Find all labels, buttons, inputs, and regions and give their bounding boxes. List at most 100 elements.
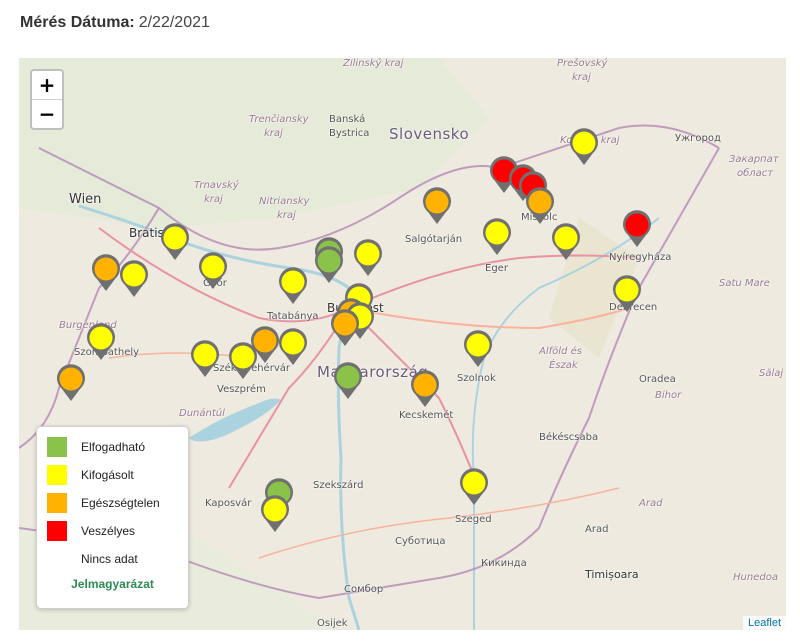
legend-label: Egészségtelen [81,496,160,510]
label-bystrica: Bystrica [329,128,370,139]
label-szekszard: Szekszárd [313,480,364,491]
legend-label: Elfogadható [81,440,146,454]
label-arad-city: Arad [585,524,609,535]
map-pin-icon [92,254,120,291]
station-marker-moderate[interactable] [190,340,220,378]
station-marker-moderate[interactable] [86,323,116,361]
station-marker-good[interactable] [314,246,344,284]
map-pin-icon [423,187,451,224]
label-salaj: Sălaj [759,368,784,379]
station-marker-moderate[interactable] [260,495,290,533]
station-marker-moderate[interactable] [459,468,489,506]
station-marker-unhealthy[interactable] [410,370,440,408]
label-szeged: Szeged [455,514,492,525]
label-trenciansky: Trenčiansky [249,114,309,125]
label-eger: Eger [485,263,508,274]
label-trnavsky: Trnavský [194,180,239,191]
map-pin-icon [570,128,598,165]
map-pin-icon [279,267,307,304]
legend-swatch [47,465,67,485]
legend-swatch [47,493,67,513]
legend-title: Jelmagyarázat [71,577,154,591]
zoom-out-button[interactable]: − [32,99,62,128]
label-sombor: Сомбор [344,584,384,595]
station-marker-unhealthy[interactable] [330,309,360,347]
station-marker-moderate[interactable] [569,128,599,166]
station-marker-moderate[interactable] [278,267,308,305]
label-slovensko: Slovensko [389,125,470,143]
legend-swatch [47,549,67,569]
map-pin-icon [87,323,115,360]
label-dunantul: Dunántúl [179,408,225,419]
label-oblast: област [737,168,774,179]
label-salgotarjan: Salgótarján [405,234,463,245]
map-pin-icon [483,218,511,255]
measurement-date: Mérés Dátuma: 2/22/2021 [20,14,210,32]
map-pin-icon [526,187,554,224]
label-nyiregyhaza: Nyíregyháza [609,252,672,263]
label-zakarpatska: Закарпат [729,154,779,165]
map-pin-icon [334,362,362,399]
label-satu-mare: Satu Mare [719,278,770,289]
label-zilinsky: Žilinský kraj [343,58,404,69]
map-pin-icon [261,495,289,532]
map-pin-icon [315,246,343,283]
date-label: Mérés Dátuma: [20,14,135,31]
label-kikinda: Кикинда [481,558,527,569]
station-marker-unhealthy[interactable] [525,187,555,225]
zoom-in-button[interactable]: + [32,71,62,99]
label-kraj-4: kraj [572,72,591,83]
map-pin-icon [460,468,488,505]
station-marker-moderate[interactable] [119,260,149,298]
map-pin-icon [411,370,439,407]
station-marker-moderate[interactable] [198,252,228,290]
station-marker-moderate[interactable] [482,218,512,256]
label-szolnok: Szolnok [457,373,496,384]
label-bihor: Bihor [655,390,682,401]
legend-swatch [47,437,67,457]
label-alfold-1: Alföld és [539,346,582,357]
label-arad-region: Arad [639,498,663,509]
date-value: 2/22/2021 [138,14,210,31]
label-timisoara: Timișoara [585,568,639,581]
station-marker-moderate[interactable] [612,275,642,313]
label-subotica: Суботица [395,536,446,547]
station-marker-good[interactable] [333,362,363,400]
zoom-control: + − [30,69,64,130]
legend-label: Nincs adat [81,552,138,566]
map-pin-icon [229,342,257,379]
map-pin-icon [120,260,148,297]
leaflet-attribution-link[interactable]: Leaflet [742,616,786,630]
label-presovsky: Prešovský [557,58,608,69]
station-marker-moderate[interactable] [353,239,383,277]
label-veszprem: Veszprém [217,384,266,395]
air-quality-map[interactable]: Slovensko Magyarország Wien Bratislava B… [19,58,786,630]
label-kraj-3: kraj [277,210,296,221]
label-banska: Banská [329,114,366,125]
map-pin-icon [191,340,219,377]
label-alfold-2: Észak [549,360,578,371]
label-hunedoara: Hunedoa [733,572,778,583]
station-marker-unhealthy[interactable] [422,187,452,225]
station-marker-moderate[interactable] [228,342,258,380]
label-oradea: Oradea [639,374,676,385]
station-marker-dangerous[interactable] [622,210,652,248]
label-wien: Wien [69,192,102,207]
station-marker-moderate[interactable] [551,223,581,261]
map-pin-icon [331,309,359,346]
legend-label: Veszélyes [81,524,136,538]
label-osijek: Osijek [317,618,348,629]
map-pin-icon [552,223,580,260]
legend-swatch [47,521,67,541]
station-marker-unhealthy[interactable] [91,254,121,292]
station-marker-moderate[interactable] [160,223,190,261]
label-bekescsaba: Békéscsaba [539,432,599,443]
legend-label: Kifogásolt [81,468,134,482]
station-marker-moderate[interactable] [463,330,493,368]
label-kecskemet: Kecskemét [399,410,454,421]
label-uzhorod: Ужгород [675,133,721,144]
label-kaposvar: Kaposvár [205,498,252,509]
label-kraj-1: kraj [264,128,283,139]
station-marker-moderate[interactable] [278,328,308,366]
station-marker-unhealthy[interactable] [56,364,86,402]
